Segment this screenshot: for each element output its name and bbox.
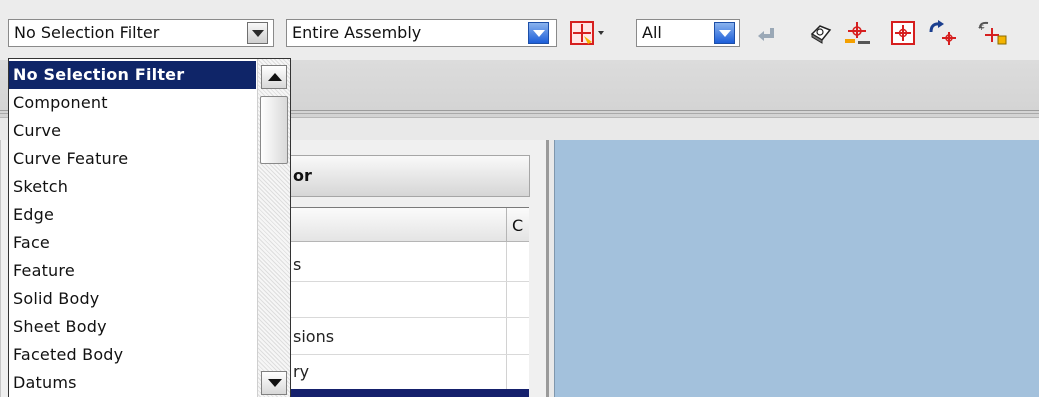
selected-tree-row[interactable] (287, 389, 529, 397)
type-filter-dropdown[interactable]: All (636, 19, 740, 47)
selection-filter-list[interactable]: No Selection Filter Component Curve Curv… (8, 58, 291, 397)
list-item-component[interactable]: Component (9, 89, 256, 117)
type-filter-value: All (642, 23, 662, 42)
navigator-header[interactable]: or (286, 155, 530, 197)
tree-row-label[interactable]: ry (293, 362, 309, 381)
list-item-no-selection-filter[interactable]: No Selection Filter (9, 61, 256, 89)
panel-splitter[interactable] (546, 140, 549, 397)
tree-column-label: C (512, 216, 524, 235)
list-item-feature[interactable]: Feature (9, 257, 256, 285)
navigator-tree[interactable]: C s sions ry (286, 207, 529, 397)
tree-column-header[interactable]: C (287, 208, 529, 242)
row-divider (287, 281, 529, 282)
list-item-edge[interactable]: Edge (9, 201, 256, 229)
list-item-faceted-body[interactable]: Faceted Body (9, 341, 256, 369)
column-separator (506, 208, 507, 242)
column-divider (506, 242, 507, 397)
list-scrollbar[interactable] (257, 59, 290, 397)
list-item-curve-feature[interactable]: Curve Feature (9, 145, 256, 173)
tree-row-label[interactable]: s (293, 255, 301, 274)
snap-point-icon[interactable] (568, 20, 624, 46)
navigator-title: or (293, 166, 312, 185)
scope-arrow-icon[interactable] (528, 22, 549, 44)
list-item-solid-body[interactable]: Solid Body (9, 285, 256, 313)
type-filter-arrow-icon[interactable] (714, 22, 735, 44)
list-item-sheet-body[interactable]: Sheet Body (9, 313, 256, 341)
tree-row-label[interactable]: sions (293, 327, 334, 346)
scroll-thumb[interactable] (260, 96, 288, 164)
list-item-face[interactable]: Face (9, 229, 256, 257)
rotate-snap-icon[interactable] (925, 20, 961, 46)
scroll-up-icon[interactable] (261, 65, 287, 89)
list-item-datums[interactable]: Datums (9, 369, 256, 397)
scope-value: Entire Assembly (292, 23, 422, 42)
scroll-down-icon[interactable] (261, 371, 287, 395)
list-item-curve[interactable]: Curve (9, 117, 256, 145)
selection-filter-value: No Selection Filter (14, 23, 160, 42)
selection-filter-arrow-icon[interactable] (247, 22, 268, 44)
scope-dropdown[interactable]: Entire Assembly (286, 19, 557, 47)
snap-tools-icon[interactable]: ⁜ (974, 20, 1010, 46)
undo-arrow-icon[interactable] (752, 20, 780, 46)
selection-filter-dropdown[interactable]: No Selection Filter (8, 19, 274, 47)
snap-box-icon[interactable] (890, 20, 916, 46)
list-item-sketch[interactable]: Sketch (9, 173, 256, 201)
view-cube-icon[interactable] (806, 20, 834, 46)
graphics-viewport[interactable] (554, 140, 1039, 397)
row-divider (287, 354, 529, 355)
snap-midpoint-icon[interactable] (840, 20, 874, 46)
row-divider (287, 317, 529, 318)
selection-toolbar: No Selection Filter Entire Assembly All (0, 0, 1039, 60)
